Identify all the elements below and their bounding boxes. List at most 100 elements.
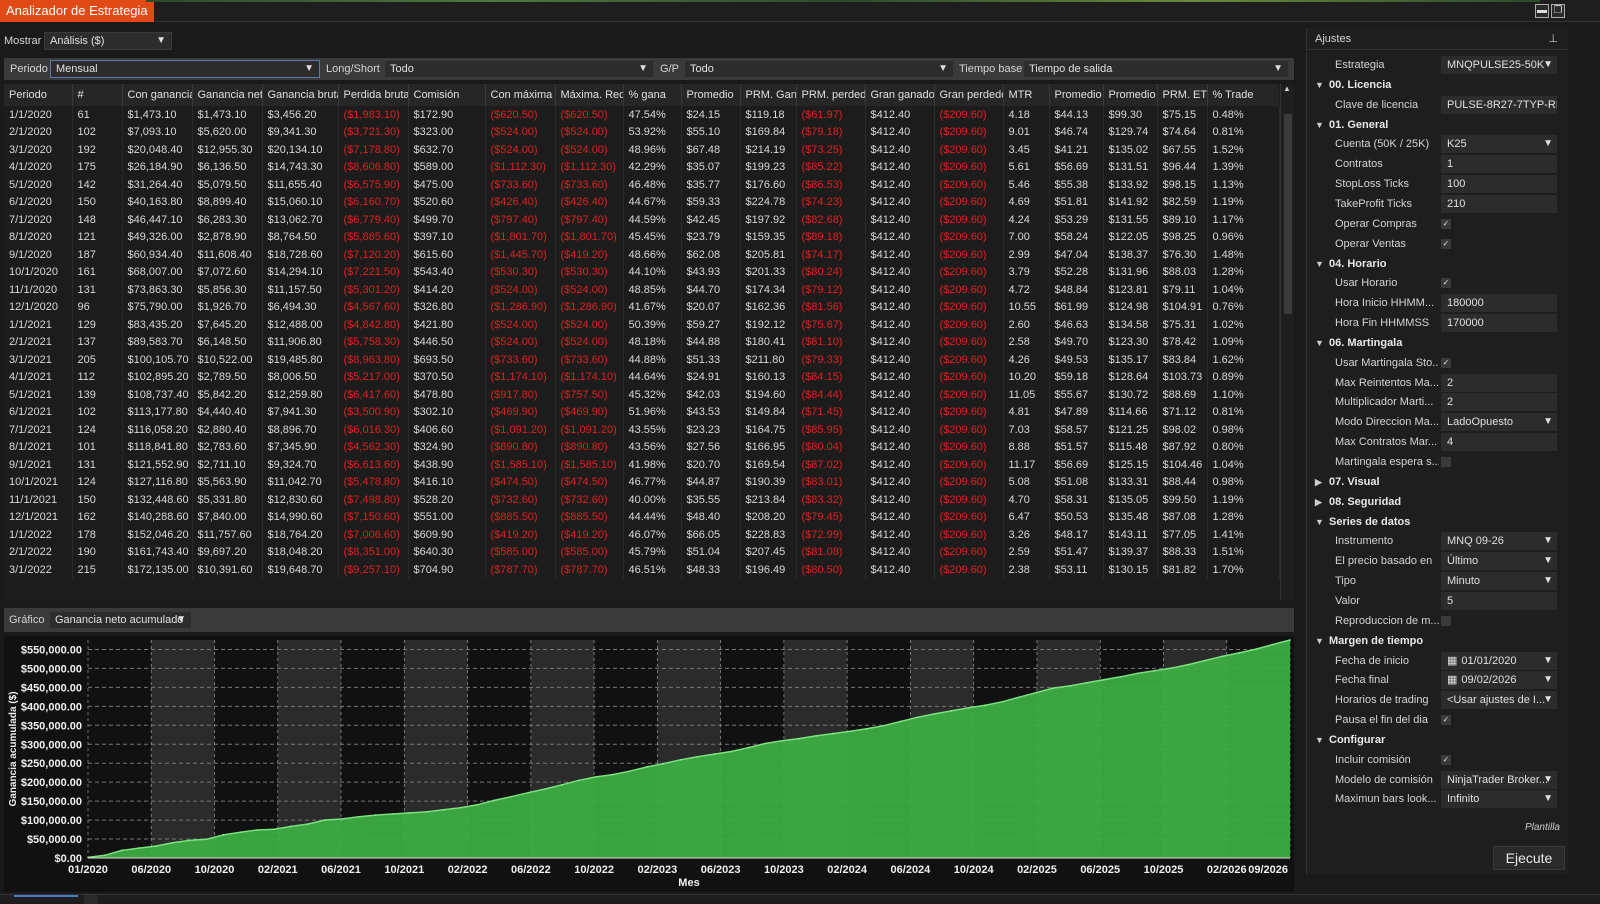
table-row[interactable]: 5/1/2021 139 $108,737.40 $5,842.20 $12,259.8… (4, 386, 1280, 404)
checkbox[interactable]: ✓ (1441, 715, 1451, 726)
table-row[interactable]: 6/1/2020 150 $40,163.80 $8,899.40 $15,060.10… (4, 193, 1280, 211)
checkbox[interactable] (1441, 457, 1451, 467)
property-select[interactable]: K25 ▼ (1441, 135, 1557, 154)
table-row[interactable]: 8/1/2021 101 $118,841.80 $2,783.60 $7,345.90… (4, 438, 1280, 456)
property-select[interactable]: LadoOpuesto ▼ (1441, 413, 1557, 432)
table-scrollbar[interactable]: ▲ (1280, 84, 1294, 600)
category-series-de-datos[interactable]: ▼ Series de datos (1307, 512, 1569, 532)
checkbox[interactable]: ✓ (1441, 238, 1451, 249)
column-header[interactable]: MTR (1003, 84, 1050, 106)
table-row[interactable]: 11/1/2021 150 $132,448.60 $5,331.80 $12,830.… (4, 491, 1280, 509)
table-row[interactable]: 1/1/2022 178 $152,046.20 $11,757.60 $18,764.… (4, 526, 1280, 544)
table-row[interactable]: 11/1/2020 131 $73,863.30 $5,856.30 $11,157.5… (4, 281, 1280, 299)
table-row[interactable]: 12/1/2020 96 $75,790.00 $1,926.70 $6,494.30(… (4, 298, 1280, 316)
column-header[interactable]: Promedio (1103, 84, 1158, 106)
checkbox[interactable]: ✓ (1441, 754, 1451, 765)
column-header[interactable]: Ganancia bruta (262, 84, 339, 106)
property-select[interactable]: Infinito ▼ (1441, 790, 1557, 809)
scrollbar-thumb[interactable] (1284, 114, 1292, 314)
column-header[interactable]: Perdida bruta (338, 84, 409, 106)
property-select[interactable]: MNQ 09-26 ▼ (1441, 532, 1557, 551)
column-header[interactable]: Promedio (1049, 84, 1104, 106)
property-select[interactable]: Último ▼ (1441, 552, 1557, 571)
category-configurar[interactable]: ▼ Configurar (1307, 730, 1569, 750)
expand-arrow-icon[interactable]: ▶ (1315, 472, 1322, 492)
expand-arrow-icon[interactable]: ▶ (1315, 492, 1322, 512)
column-header[interactable]: Promedio (681, 84, 741, 106)
category-04-horario[interactable]: ▼ 04. Horario (1307, 254, 1569, 274)
table-row[interactable]: 3/1/2021 205 $100,105.70 $10,522.00 $19,485.… (4, 351, 1280, 369)
category-margen-de-tiempo[interactable]: ▼ Margen de tiempo (1307, 631, 1569, 651)
expand-arrow-icon[interactable]: ▼ (1315, 75, 1324, 95)
column-header[interactable]: % Trade (1207, 84, 1279, 106)
category-08-seguridad[interactable]: ▶ 08. Seguridad (1307, 492, 1569, 512)
property-input[interactable]: PULSE-8R27-7TYP-RH (1441, 95, 1557, 114)
table-row[interactable]: 6/1/2021 102 $113,177.80 $4,440.40 $7,941.30… (4, 403, 1280, 421)
checkbox[interactable] (1441, 615, 1451, 626)
gp-select[interactable]: Todo ▼ (684, 60, 954, 78)
table-row[interactable]: 4/1/2020 175 $26,184.90 $6,136.50 $14,743.30… (4, 158, 1280, 176)
category-07-visual[interactable]: ▶ 07. Visual (1307, 472, 1569, 492)
column-header[interactable]: PRM. perded (796, 84, 866, 106)
category-06-martingala[interactable]: ▼ 06. Martingala (1307, 333, 1569, 353)
table-row[interactable]: 2/1/2020 102 $7,093.10 $5,620.00 $9,341.30 ($… (4, 123, 1280, 141)
column-header[interactable]: PRM. ETD (1157, 84, 1208, 106)
property-input[interactable]: 1 (1441, 155, 1557, 174)
table-row[interactable]: 2/1/2022 190 $161,743.40 $9,697.20 $18,048.2… (4, 543, 1280, 561)
property-select[interactable]: MNQPULSE25-50K ▼ (1441, 56, 1557, 74)
category-00-licencia[interactable]: ▼ 00. Licencia (1307, 75, 1569, 95)
table-row[interactable]: 9/1/2021 131 $121,552.90 $2,711.10 $9,324.70… (4, 456, 1280, 474)
column-header[interactable]: % gana (623, 84, 682, 106)
minimize-icon[interactable]: ▬ (1535, 4, 1549, 18)
checkbox[interactable]: ✓ (1441, 278, 1451, 289)
expand-arrow-icon[interactable]: ▼ (1315, 512, 1324, 532)
table-row[interactable]: 7/1/2020 148 $46,447.10 $6,283.30 $13,062.70… (4, 211, 1280, 229)
column-header[interactable]: Periodo (4, 84, 73, 106)
column-header[interactable]: Gran perdedo (934, 84, 1004, 106)
property-input[interactable]: 170000 (1441, 314, 1557, 333)
column-header[interactable]: PRM. Gana (740, 84, 797, 106)
periodo-select[interactable]: Mensual ▼ (50, 60, 320, 78)
expand-arrow-icon[interactable]: ▼ (1315, 254, 1324, 274)
property-select[interactable]: Minuto ▼ (1441, 572, 1557, 591)
column-header[interactable]: Comisión (408, 84, 486, 106)
column-header[interactable]: Con máxima (485, 84, 556, 106)
property-input[interactable]: 4 (1441, 433, 1557, 452)
tiempo-select[interactable]: Tiempo de salida ▼ (1023, 60, 1289, 78)
scroll-up-icon[interactable]: ▲ (1283, 84, 1291, 93)
column-header[interactable]: Máxima. Redu (555, 84, 624, 106)
table-row[interactable]: 10/1/2020 161 $68,007.00 $7,072.60 $14,294.1… (4, 263, 1280, 281)
table-row[interactable]: 7/1/2021 124 $116,058.20 $2,880.40 $8,896.70… (4, 421, 1280, 439)
table-row[interactable]: 12/1/2021 162 $140,288.60 $7,840.00 $14,990.… (4, 508, 1280, 526)
plantilla-link[interactable]: Plantilla (1525, 822, 1560, 833)
date-picker[interactable]: ▦ 01/01/2020 ▼ (1441, 651, 1557, 670)
table-row[interactable]: 9/1/2020 187 $60,934.40 $11,608.40 $18,728.6… (4, 246, 1280, 264)
table-row[interactable]: 3/1/2020 192 $20,048.40 $12,955.30 $20,134.1… (4, 141, 1280, 159)
table-row[interactable]: 3/1/2022 215 $172,135.00 $10,391.60 $19,648.… (4, 561, 1280, 579)
expand-arrow-icon[interactable]: ▼ (1315, 730, 1324, 750)
category-01-general[interactable]: ▼ 01. General (1307, 115, 1569, 135)
expand-arrow-icon[interactable]: ▼ (1315, 115, 1324, 135)
column-header[interactable]: Ganancia neta (192, 84, 263, 106)
property-input[interactable]: 210 (1441, 194, 1557, 213)
property-select[interactable]: NinjaTrader Broker... ▼ (1441, 770, 1557, 789)
checkbox[interactable]: ✓ (1441, 357, 1451, 368)
restore-icon[interactable]: ❐ (1551, 4, 1565, 18)
mostrar-select[interactable]: Análisis ($) ▼ (44, 32, 172, 50)
table-row[interactable]: 10/1/2021 124 $127,116.80 $5,563.90 $11,042.… (4, 473, 1280, 491)
table-row[interactable]: 1/1/2020 61 $1,473.10 $1,473.10 $3,456.20 ($1… (4, 106, 1280, 124)
run-button[interactable]: Ejecute (1493, 846, 1565, 870)
property-input[interactable]: 5 (1441, 591, 1557, 610)
property-input[interactable]: 180000 (1441, 294, 1557, 313)
chart-type-select[interactable]: Ganancia neto acumulado ▼ (49, 611, 192, 629)
column-header[interactable]: Con ganancia (122, 84, 193, 106)
longshort-select[interactable]: Todo ▼ (384, 60, 654, 78)
table-row[interactable]: 2/1/2021 137 $89,583.70 $6,148.50 $11,906.80… (4, 333, 1280, 351)
date-picker[interactable]: ▦ 09/02/2026 ▼ (1441, 671, 1557, 690)
property-select[interactable]: <Usar ajustes de I... ▼ (1441, 691, 1557, 710)
property-input[interactable]: 100 (1441, 175, 1557, 194)
table-row[interactable]: 1/1/2021 129 $83,435.20 $7,645.20 $12,488.00… (4, 316, 1280, 334)
table-row[interactable]: 8/1/2020 121 $49,326.00 $2,878.90 $8,764.50(… (4, 228, 1280, 246)
pin-icon[interactable]: ⊥ (1548, 28, 1558, 50)
column-header[interactable]: Gran ganado (865, 84, 935, 106)
